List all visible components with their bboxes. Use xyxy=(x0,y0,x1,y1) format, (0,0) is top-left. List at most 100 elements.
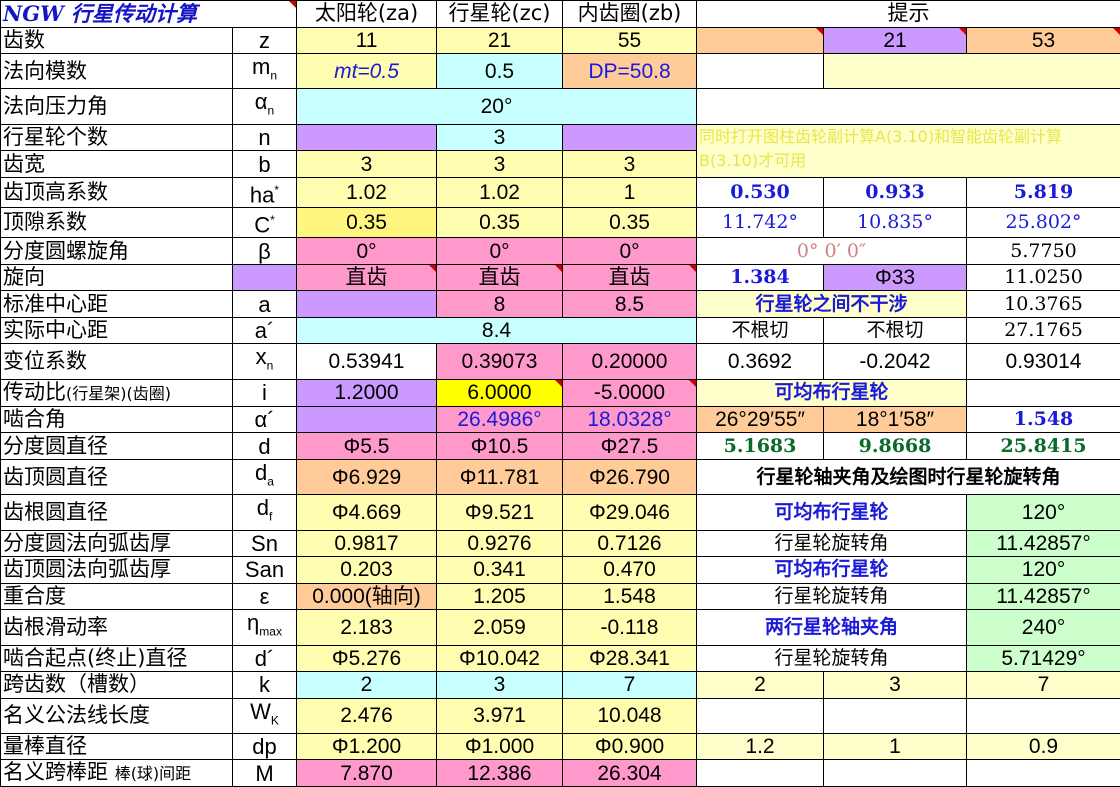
cell-planet[interactable]: Φ9.521 xyxy=(437,495,563,530)
cell-ring[interactable]: Φ27.5 xyxy=(563,433,697,460)
cell-sun[interactable]: 0.9817 xyxy=(297,530,437,557)
cell-sun[interactable]: 直齿 xyxy=(297,264,437,291)
cell-planet[interactable]: Φ11.781 xyxy=(437,459,563,494)
cell-planet[interactable]: 6.0000 xyxy=(437,379,563,406)
header-ring: 内齿圈(zb) xyxy=(563,1,697,28)
hint-cell: 行星轮之间不干涉 xyxy=(697,291,967,318)
cell-planet[interactable]: 0.39073 xyxy=(437,344,563,379)
hint-cell: 18°1′58″ xyxy=(824,406,967,433)
cell-sun[interactable]: 2 xyxy=(297,672,437,699)
row-symbol: d xyxy=(233,433,297,460)
cell-ring[interactable]: Φ26.790 xyxy=(563,459,697,494)
cell-planet[interactable]: 3 xyxy=(437,672,563,699)
cell-planet[interactable]: 2.059 xyxy=(437,610,563,645)
cell-planet[interactable]: 21 xyxy=(437,27,563,54)
header-sun: 太阳轮(za) xyxy=(297,1,437,28)
cell-sun[interactable]: Φ4.669 xyxy=(297,495,437,530)
row-symbol: ha* xyxy=(233,177,297,207)
cell-ring[interactable]: 1 xyxy=(563,177,697,207)
row-symbol: xn xyxy=(233,344,297,379)
cell-sun[interactable]: 0.35 xyxy=(297,208,437,238)
cell-planet[interactable]: 26.4986° xyxy=(437,406,563,433)
cell-sun[interactable]: Φ5.276 xyxy=(297,645,437,672)
cell-planet[interactable]: 3 xyxy=(437,124,563,151)
cell-ring[interactable]: DP=50.8 xyxy=(563,54,697,89)
cell-ring[interactable]: 1.548 xyxy=(563,583,697,610)
hint-cell: 行星轮旋转角 xyxy=(697,645,967,672)
cell-planet[interactable]: 0.341 xyxy=(437,557,563,584)
hint-cell: 1.548 xyxy=(967,406,1120,433)
cell-sun[interactable]: Φ5.5 xyxy=(297,433,437,460)
cell-sun[interactable]: Φ1.200 xyxy=(297,733,437,760)
cell-planet[interactable]: Φ10.042 xyxy=(437,645,563,672)
row-label: 法向模数 xyxy=(1,54,233,89)
cell-ring[interactable]: 26.304 xyxy=(563,760,697,787)
cell-sun[interactable]: 7.870 xyxy=(297,760,437,787)
row-label: 旋向 xyxy=(1,264,233,291)
cell-planet[interactable]: 0.9276 xyxy=(437,530,563,557)
cell-ring[interactable]: Φ0.900 xyxy=(563,733,697,760)
hint-cell xyxy=(697,27,824,54)
hint-cell: 26°29′55″ xyxy=(697,406,824,433)
cell-planet[interactable]: 1.205 xyxy=(437,583,563,610)
cell-planet[interactable]: 0.5 xyxy=(437,54,563,89)
hint-cell xyxy=(967,379,1120,406)
cell-sun[interactable]: 0° xyxy=(297,238,437,265)
cell-planet[interactable]: 0.35 xyxy=(437,208,563,238)
hint-cell: 行星轮旋转角 xyxy=(697,530,967,557)
hint-cell: 240° xyxy=(967,610,1120,645)
cell-planet[interactable]: Φ10.5 xyxy=(437,433,563,460)
cell-planet[interactable]: Φ1.000 xyxy=(437,733,563,760)
cell-ring[interactable]: Φ29.046 xyxy=(563,495,697,530)
cell-sun[interactable]: 0.203 xyxy=(297,557,437,584)
cell-planet[interactable]: 直齿 xyxy=(437,264,563,291)
row-symbol: mn xyxy=(233,54,297,89)
cell-ring[interactable]: 10.048 xyxy=(563,698,697,733)
cell-ring[interactable]: 3 xyxy=(563,151,697,178)
row-symbol: a xyxy=(233,291,297,318)
cell-sun[interactable]: 3 xyxy=(297,151,437,178)
hint-cell: 0.3692 xyxy=(697,344,824,379)
cell-planet[interactable]: 12.386 xyxy=(437,760,563,787)
cell-sun[interactable]: 2.183 xyxy=(297,610,437,645)
cell-planet[interactable]: 3.971 xyxy=(437,698,563,733)
cell-sun[interactable]: 0.53941 xyxy=(297,344,437,379)
cell-sun[interactable]: 11 xyxy=(297,27,437,54)
cell-planet[interactable]: 8 xyxy=(437,291,563,318)
cell-ring[interactable]: Φ28.341 xyxy=(563,645,697,672)
hint-cell: 11.42857° xyxy=(967,583,1120,610)
row-label: 名义公法线长度 xyxy=(1,698,233,733)
cell-ring[interactable]: 0.7126 xyxy=(563,530,697,557)
cell-sun[interactable]: 1.02 xyxy=(297,177,437,207)
row-symbol: San xyxy=(233,557,297,584)
cell-ring[interactable]: 18.0328° xyxy=(563,406,697,433)
cell-ring[interactable]: 8.5 xyxy=(563,291,697,318)
cell-planet[interactable]: 0° xyxy=(437,238,563,265)
cell-ring[interactable]: 7 xyxy=(563,672,697,699)
cell-sun[interactable]: 1.2000 xyxy=(297,379,437,406)
row-label: 标准中心距 xyxy=(1,291,233,318)
row-symbol: WK xyxy=(233,698,297,733)
cell-ring[interactable]: -0.118 xyxy=(563,610,697,645)
cell-sun[interactable]: mt=0.5 xyxy=(297,54,437,89)
cell-sun[interactable]: Φ6.929 xyxy=(297,459,437,494)
cell-ring[interactable]: 55 xyxy=(563,27,697,54)
cell-ring[interactable]: 直齿 xyxy=(563,264,697,291)
hint-cell: Φ33 xyxy=(824,264,967,291)
hint-cell: 两行星轮轴夹角 xyxy=(697,610,967,645)
hint-cell: 1 xyxy=(824,733,967,760)
cell-pressure-angle[interactable]: 20° xyxy=(297,89,697,124)
cell-planet[interactable]: 3 xyxy=(437,151,563,178)
hint-cell: 行星轮旋转角 xyxy=(697,583,967,610)
cell-sun[interactable]: 2.476 xyxy=(297,698,437,733)
row-symbol: d´ xyxy=(233,645,297,672)
hint-cell: 可均布行星轮 xyxy=(697,495,967,530)
cell-sun[interactable]: 0.000(轴向) xyxy=(297,583,437,610)
cell-ring[interactable]: 0.470 xyxy=(563,557,697,584)
cell-planet[interactable]: 1.02 xyxy=(437,177,563,207)
cell-ring[interactable]: 0.20000 xyxy=(563,344,697,379)
cell-ring[interactable]: 0.35 xyxy=(563,208,697,238)
cell-center-distance[interactable]: 8.4 xyxy=(297,317,697,344)
cell-ring[interactable]: 0° xyxy=(563,238,697,265)
cell-ring[interactable]: -5.0000 xyxy=(563,379,697,406)
